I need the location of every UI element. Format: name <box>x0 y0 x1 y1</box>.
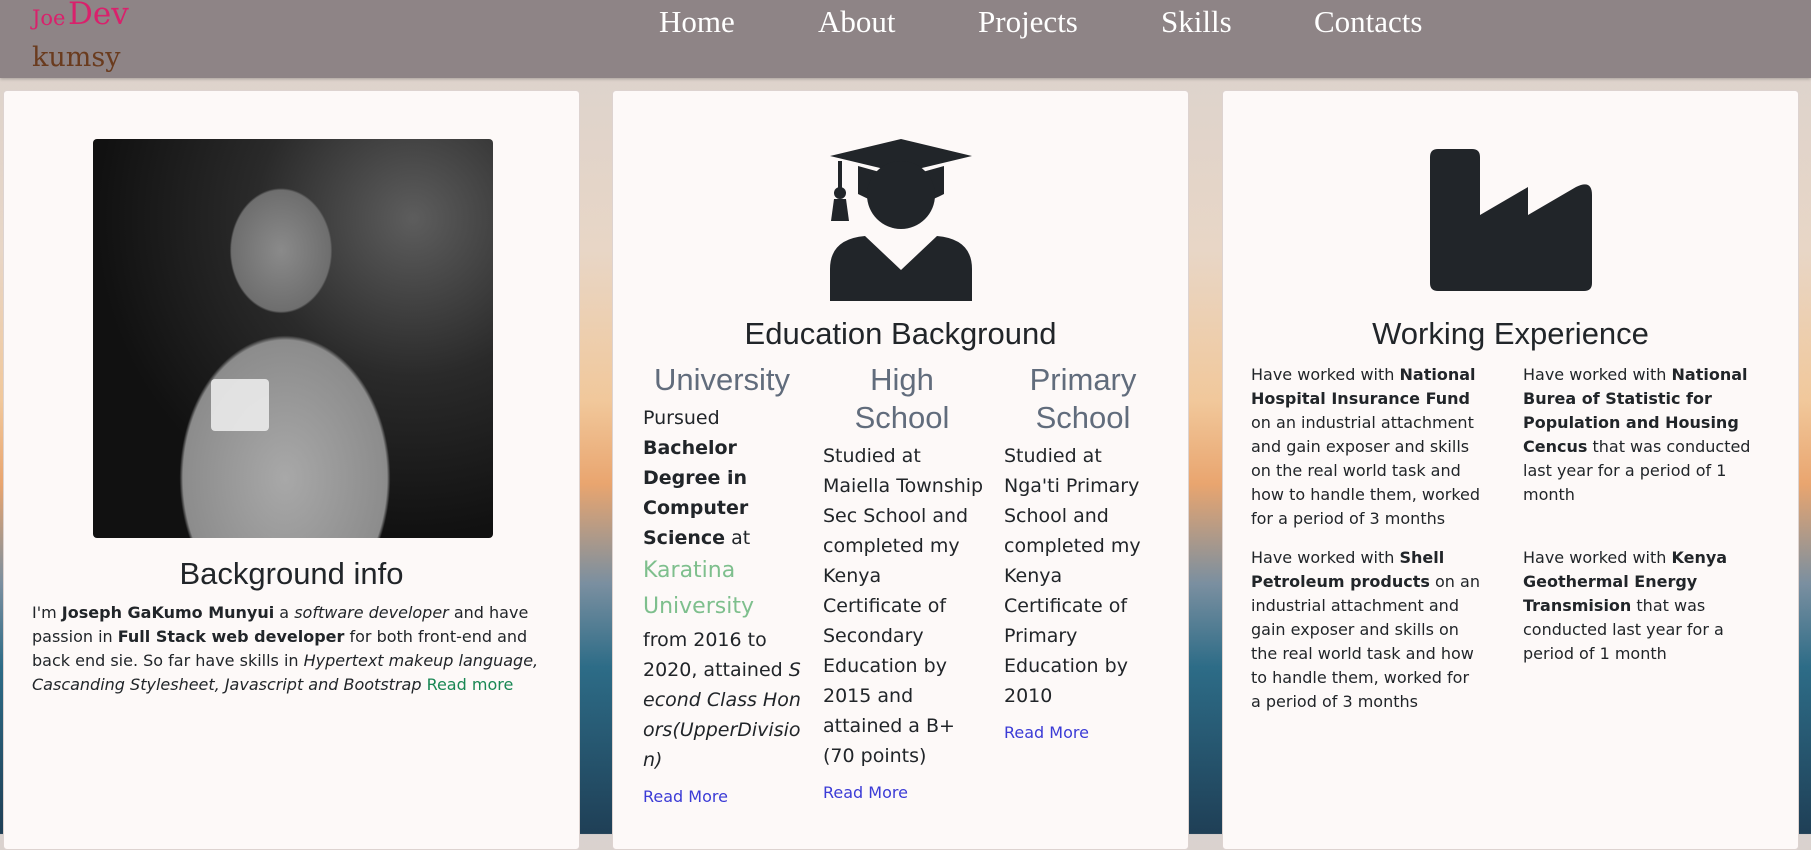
primary-read-more-link[interactable]: Read More <box>1004 723 1162 742</box>
work-item-4-pre: Have worked with <box>1523 548 1672 567</box>
education-card: Education Background University Pursued … <box>612 90 1189 850</box>
high-school-text: Studied at Maiella Township Sec School a… <box>823 445 984 767</box>
university-text-3: from 2016 to 2020, attained <box>643 629 789 681</box>
education-university: University Pursued Bachelor Degree in Co… <box>643 361 801 806</box>
university-school: Karatina University <box>643 558 754 619</box>
bio-text-1: I'm <box>32 603 62 622</box>
work-item-2: Have worked with National Burea of Stati… <box>1523 363 1773 507</box>
primary-text: Studied at Nga'ti Primary School and com… <box>1004 445 1141 707</box>
bio-stack: Full Stack web developer <box>117 627 345 646</box>
work-item-3-post: on an industrial attachment and gain exp… <box>1251 572 1480 711</box>
work-item-1-pre: Have worked with <box>1251 365 1400 384</box>
work-title: Working Experience <box>1372 316 1649 351</box>
university-read-more-link[interactable]: Read More <box>643 787 801 806</box>
about-card: Background info I'm Joseph GaKumo Munyui… <box>3 90 580 850</box>
university-text-2: at <box>725 527 751 549</box>
about-read-more-link[interactable]: Read more <box>427 675 514 694</box>
work-item-1-post: on an industrial attachment and gain exp… <box>1251 413 1481 528</box>
brand-part-3: kumsy <box>32 42 121 73</box>
high-school-heading: High School <box>854 362 950 435</box>
university-text-1: Pursued <box>643 407 720 429</box>
profile-photo <box>93 139 493 538</box>
high-school-read-more-link[interactable]: Read More <box>823 783 985 802</box>
bio-role: software developer <box>294 603 449 622</box>
work-item-3-pre: Have worked with <box>1251 548 1400 567</box>
hoodie-logo <box>211 379 269 431</box>
nav-contacts[interactable]: Contacts <box>1314 4 1423 40</box>
work-item-2-pre: Have worked with <box>1523 365 1672 384</box>
navbar: Joe Dev kumsy Home About Projects Skills… <box>0 0 1811 78</box>
brand-part-1: Joe <box>32 6 66 30</box>
education-title: Education Background <box>744 316 1057 351</box>
university-heading: University <box>653 362 791 397</box>
nav-about[interactable]: About <box>818 4 896 40</box>
primary-heading: Primary School <box>1029 362 1137 435</box>
nav-home[interactable]: Home <box>659 4 735 40</box>
about-title: Background info <box>179 556 404 591</box>
work-card: Working Experience Have worked with Nati… <box>1222 90 1799 850</box>
work-item-3: Have worked with Shell Petroleum product… <box>1251 546 1481 714</box>
education-high-school: High School Studied at Maiella Township … <box>823 361 985 802</box>
work-item-4: Have worked with Kenya Geothermal Energy… <box>1523 546 1773 666</box>
factory-icon <box>1430 149 1592 291</box>
education-primary: Primary School Studied at Nga'ti Primary… <box>1004 361 1162 742</box>
about-text: I'm Joseph GaKumo Munyui a software deve… <box>32 601 552 697</box>
graduate-icon <box>830 139 972 301</box>
bio-text-2: a <box>274 603 295 622</box>
bio-name: Joseph GaKumo Munyui <box>61 603 275 622</box>
nav-projects[interactable]: Projects <box>978 4 1078 40</box>
work-item-1: Have worked with National Hospital Insur… <box>1251 363 1481 531</box>
brand-part-2: Dev <box>68 0 129 32</box>
nav-skills[interactable]: Skills <box>1161 4 1232 40</box>
